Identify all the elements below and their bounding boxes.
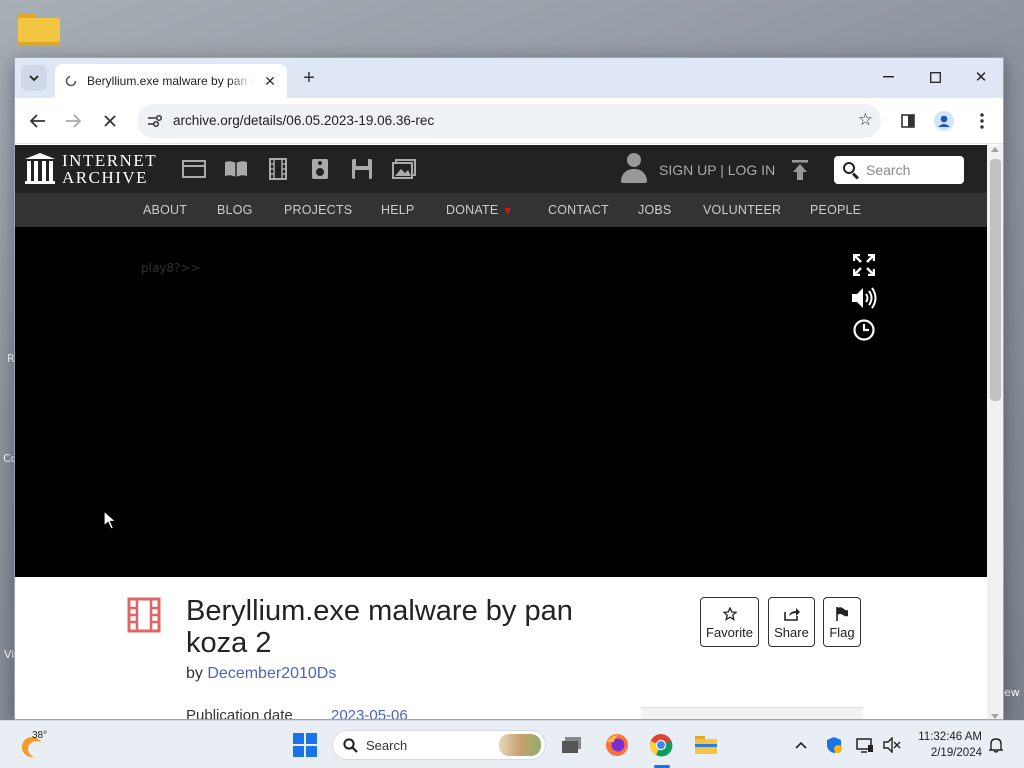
taskbar-search-box[interactable]: Search xyxy=(332,730,546,760)
volume-icon[interactable] xyxy=(851,285,877,311)
ia-top-navigation: INTERNET ARCHIVE SIGN UP | LOG IN xyxy=(15,145,987,193)
forward-button[interactable] xyxy=(58,106,88,136)
internet-archive-logo-icon[interactable] xyxy=(25,153,59,185)
stop-loading-button[interactable] xyxy=(95,106,125,136)
video-icon[interactable] xyxy=(265,157,291,181)
upload-icon[interactable] xyxy=(790,159,810,181)
player-status-text: play8?>> xyxy=(141,261,201,275)
signup-login-link[interactable]: SIGN UP | LOG IN xyxy=(659,162,775,178)
close-icon xyxy=(104,115,116,127)
nav-jobs[interactable]: JOBS xyxy=(638,203,671,217)
weather-temperature: 38° xyxy=(32,730,48,741)
folder-icon[interactable] xyxy=(17,12,61,46)
site-settings-icon[interactable] xyxy=(143,109,167,133)
url-text: archive.org/details/06.05.2023-19.06.36-… xyxy=(173,113,435,128)
nav-contact[interactable]: CONTACT xyxy=(548,203,609,217)
favorite-button[interactable]: Favorite xyxy=(700,597,759,647)
mouse-cursor-icon xyxy=(103,510,117,530)
side-panel-icon xyxy=(901,114,915,128)
item-byline: by December2010Ds xyxy=(186,665,337,682)
minimize-button[interactable] xyxy=(865,58,911,96)
close-tab-icon[interactable]: ✕ xyxy=(261,72,279,90)
kebab-menu-icon xyxy=(980,113,984,129)
security-shield-icon[interactable] xyxy=(824,735,844,755)
scroll-up-arrow-icon[interactable] xyxy=(991,147,999,152)
flag-button[interactable]: Flag xyxy=(823,597,861,647)
side-panel-button[interactable] xyxy=(893,106,923,136)
tab-strip: Beryllium.exe malware by pan koza 2 ✕ + … xyxy=(15,58,1003,98)
texts-icon[interactable] xyxy=(223,157,249,181)
browser-menu-button[interactable] xyxy=(967,106,997,136)
web-icon[interactable] xyxy=(181,157,207,181)
author-link[interactable]: December2010Ds xyxy=(207,665,336,682)
item-title: Beryllium.exe malware by pan koza 2 xyxy=(186,595,573,659)
search-icon xyxy=(343,737,358,753)
firefox-icon[interactable] xyxy=(603,731,631,759)
clock-icon[interactable] xyxy=(851,317,877,343)
scroll-down-arrow-icon[interactable] xyxy=(991,714,999,719)
chevron-up-icon[interactable] xyxy=(791,735,811,755)
side-panel-box xyxy=(641,707,863,719)
video-player[interactable]: play8?>> xyxy=(15,227,987,577)
fullscreen-icon[interactable] xyxy=(851,252,877,278)
publication-date-value[interactable]: 2023-05-06 xyxy=(331,707,408,719)
browser-tab[interactable]: Beryllium.exe malware by pan koza 2 ✕ xyxy=(55,64,287,98)
profile-button[interactable] xyxy=(929,106,959,136)
browser-toolbar: archive.org/details/06.05.2023-19.06.36-… xyxy=(15,98,1003,144)
flag-icon xyxy=(835,605,849,623)
loading-favicon-icon xyxy=(63,73,79,89)
heart-icon: ♥ xyxy=(504,205,512,217)
publication-date-label: Publication date xyxy=(186,707,293,720)
user-avatar-icon[interactable] xyxy=(619,153,649,185)
file-explorer-icon[interactable] xyxy=(692,731,720,759)
speaker-muted-icon[interactable] xyxy=(882,735,902,755)
windows-start-icon[interactable] xyxy=(293,733,317,757)
search-highlight-image xyxy=(499,734,541,756)
profile-icon xyxy=(934,111,954,131)
taskbar: 38° Search 11:32:46 AM 2/19/2024 xyxy=(0,720,1024,768)
maximize-button[interactable] xyxy=(912,58,958,96)
close-window-button[interactable]: ✕ xyxy=(958,58,1003,96)
chevron-down-icon xyxy=(29,74,39,81)
nav-help[interactable]: HELP xyxy=(381,203,414,217)
nav-projects[interactable]: PROJECTS xyxy=(284,203,352,217)
bookmark-star-icon[interactable]: ☆ xyxy=(858,110,873,130)
film-icon xyxy=(127,597,161,633)
software-icon[interactable] xyxy=(349,157,375,181)
task-view-icon[interactable] xyxy=(558,731,586,759)
nav-about[interactable]: ABOUT xyxy=(143,203,187,217)
share-button[interactable]: Share xyxy=(768,597,815,647)
images-icon[interactable] xyxy=(391,157,417,181)
item-details: Beryllium.exe malware by pan koza 2 by D… xyxy=(15,577,987,720)
tab-search-button[interactable] xyxy=(21,65,47,91)
new-tab-button[interactable]: + xyxy=(297,66,321,90)
arrow-right-icon xyxy=(66,114,81,128)
page-scrollbar[interactable] xyxy=(987,145,1003,719)
ia-search-box[interactable] xyxy=(834,156,964,184)
network-icon[interactable] xyxy=(855,735,875,755)
scroll-thumb[interactable] xyxy=(990,159,1001,401)
web-page: INTERNET ARCHIVE SIGN UP | LOG IN Search… xyxy=(15,145,987,720)
tab-title: Beryllium.exe malware by pan koza 2 xyxy=(87,74,253,88)
system-clock[interactable]: 11:32:46 AM 2/19/2024 xyxy=(904,729,982,761)
internet-archive-wordmark[interactable]: INTERNET ARCHIVE xyxy=(62,152,157,186)
star-icon xyxy=(722,605,737,623)
audio-icon[interactable] xyxy=(307,157,333,181)
address-bar[interactable]: archive.org/details/06.05.2023-19.06.36-… xyxy=(137,104,881,138)
search-icon xyxy=(842,161,860,180)
desktop-label-fragment: ew xyxy=(1004,686,1020,699)
nav-people[interactable]: PEOPLE xyxy=(810,203,861,217)
share-icon xyxy=(783,605,800,623)
notification-bell-icon[interactable] xyxy=(987,735,1005,755)
arrow-left-icon xyxy=(30,114,45,128)
desktop-label-fragment: Vi xyxy=(4,648,15,661)
nav-volunteer[interactable]: VOLUNTEER xyxy=(703,203,781,217)
nav-donate[interactable]: DONATE ♥ xyxy=(446,203,511,217)
ia-search-input[interactable] xyxy=(866,162,956,178)
ia-sub-navigation: ABOUT BLOG PROJECTS HELP DONATE ♥ CONTACT… xyxy=(15,193,987,227)
chrome-icon[interactable] xyxy=(647,731,675,759)
browser-window: Beryllium.exe malware by pan koza 2 ✕ + … xyxy=(14,57,1004,720)
back-button[interactable] xyxy=(23,106,53,136)
nav-blog[interactable]: BLOG xyxy=(217,203,253,217)
